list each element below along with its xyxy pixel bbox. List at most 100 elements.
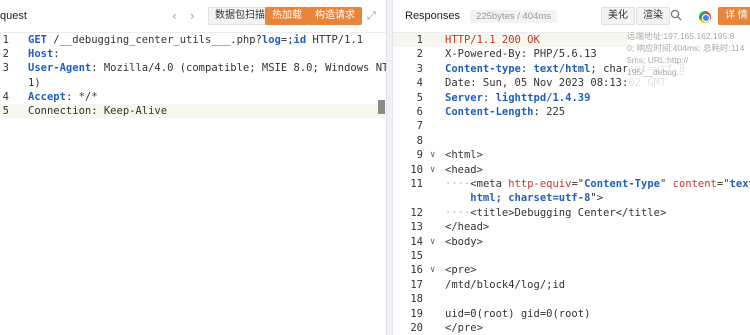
code-line: 12 ····<title>Debugging Center</title> [393, 206, 750, 220]
request-pane: quest ‹ › 数据包扫描 热加载 构造请求 ⤢ 1 GET /__debug… [0, 0, 386, 335]
line-number: 6 [416, 106, 423, 118]
line-number: 15 [410, 250, 423, 262]
code-line: 4 Accept: */* [0, 90, 386, 104]
tooltip-line: 195/__debug... [627, 67, 684, 77]
code-token: "> [590, 192, 604, 205]
tooltip-line: 远端地址:197.165.162.195:8 [627, 31, 735, 41]
line-number: 9 [416, 149, 423, 162]
next-arrow-icon[interactable]: › [190, 9, 195, 23]
code-text: Server: lighttpd/1.4.39 [445, 91, 590, 105]
code-text: Content-Length: 225 [445, 105, 565, 119]
chrome-icon[interactable] [699, 11, 711, 26]
request-title: quest [0, 10, 27, 22]
code-token: Content-Length [445, 106, 534, 118]
code-line: 20 </pre> [393, 321, 750, 335]
code-token: html; charset=utf-8 [445, 192, 591, 205]
line-number: 3 [2, 62, 9, 75]
code-line: 11 ····<meta http-equiv="Content-Type" co… [393, 177, 750, 191]
fold-chevron-icon[interactable]: ∨ [430, 148, 435, 162]
code-token: Host [28, 48, 54, 61]
code-line: 1 GET /__debugging_center_utils___.php?lo… [0, 33, 386, 47]
code-token: <html> [445, 149, 483, 162]
details-button[interactable]: 详 情 [718, 7, 750, 25]
line-number: 4 [2, 90, 9, 103]
code-token: X-Powered-By: PHP/5.6.13 [445, 48, 597, 61]
code-text: User-Agent: Mozilla/4.0 (compatible; MSI… [28, 61, 386, 75]
code-line: 13 </head> [393, 220, 750, 234]
code-text: </pre> [445, 321, 483, 335]
line-number: 14 [410, 235, 423, 248]
code-line: 5 Server: lighttpd/1.4.39 [393, 91, 750, 105]
code-text: Connection: Keep-Alive [28, 104, 167, 118]
code-token: =" [571, 178, 585, 190]
prev-arrow-icon[interactable]: ‹ [172, 9, 177, 23]
code-token: text/html [533, 62, 591, 75]
line-number: 4 [416, 77, 423, 90]
pane-divider[interactable] [386, 0, 393, 335]
request-editor[interactable]: 1 GET /__debugging_center_utils___.php?lo… [0, 33, 386, 335]
code-line: 1) [0, 76, 386, 90]
request-header: quest ‹ › 数据包扫描 热加载 构造请求 ⤢ [0, 0, 386, 33]
packet-scan-button[interactable]: 数据包扫描 [208, 7, 272, 25]
code-token: log [261, 34, 281, 46]
code-text: 1) [28, 76, 41, 90]
code-text: Host: [28, 47, 66, 61]
code-line: 16 ∨ <pre> [393, 263, 750, 277]
code-token: Connection: Keep-Alive [28, 105, 168, 117]
fold-chevron-icon[interactable]: ∨ [430, 163, 435, 177]
code-line: html; charset=utf-8"> [393, 191, 750, 205]
code-token: </head> [445, 221, 490, 234]
code-line: 19 uid=0(root) gid=0(root) [393, 307, 750, 321]
code-token: " [659, 178, 673, 190]
code-token: Server [445, 91, 483, 104]
code-token: =" [716, 178, 730, 190]
code-line: 2 Host: [0, 47, 386, 61]
code-text: X-Powered-By: PHP/5.6.13 [445, 47, 597, 61]
line-number: 12 [410, 206, 423, 219]
render-button[interactable]: 渲染 [636, 7, 670, 25]
code-text: HTTP/1.1 200 OK [445, 33, 540, 47]
code-token: /__debugging_center_utils___.php? [46, 34, 262, 46]
code-line: 6 Content-Length: 225 [393, 105, 750, 119]
line-number: 1 [416, 34, 423, 46]
code-token: <head> [445, 163, 483, 176]
code-text: ····<title>Debugging Center</title> [445, 206, 666, 220]
line-number: 13 [410, 221, 423, 234]
search-icon[interactable] [670, 9, 682, 24]
code-text: <pre> [445, 263, 477, 277]
tooltip-line: 5ms; URL:http:// [627, 55, 689, 65]
code-line: 18 [393, 292, 750, 306]
line-number: 8 [416, 134, 423, 147]
code-token: ···· [445, 206, 471, 219]
line-number: 11 [410, 178, 423, 190]
code-token: http-equiv [508, 178, 572, 190]
code-token: =; [280, 34, 294, 46]
code-text: <body> [445, 235, 483, 249]
code-text: Accept: */* [28, 90, 98, 104]
response-title: Responses [405, 10, 461, 22]
line-number: 1 [2, 34, 9, 46]
cursor-marker [378, 100, 385, 114]
build-request-button[interactable]: 构造请求 [308, 7, 362, 25]
line-number: 10 [410, 163, 423, 176]
line-number: 5 [416, 91, 423, 104]
code-token: HTTP/1.1 [306, 34, 364, 46]
code-token: Accept [28, 90, 66, 103]
line-number: 3 [416, 62, 423, 75]
code-token: : */* [65, 90, 98, 103]
code-token: Content-type [445, 62, 521, 75]
code-text: html; charset=utf-8"> [445, 191, 603, 205]
beautify-button[interactable]: 美化 [601, 7, 635, 25]
line-number: 20 [410, 322, 423, 334]
fold-chevron-icon[interactable]: ∨ [430, 263, 435, 277]
code-text: GET /__debugging_center_utils___.php?log… [28, 33, 363, 47]
code-text: <head> [445, 163, 483, 177]
code-text: /mtd/block4/log/;id [445, 278, 565, 292]
hot-reload-button[interactable]: 热加载 [265, 7, 309, 25]
fold-chevron-icon[interactable]: ∨ [430, 235, 435, 249]
code-token: </pre> [445, 322, 483, 334]
code-token: <pre> [445, 264, 477, 277]
expand-icon[interactable]: ⤢ [367, 9, 376, 23]
size-time-badge: 225bytes / 404ms [470, 9, 558, 23]
code-token: /mtd/block4/log/;id [445, 278, 566, 291]
